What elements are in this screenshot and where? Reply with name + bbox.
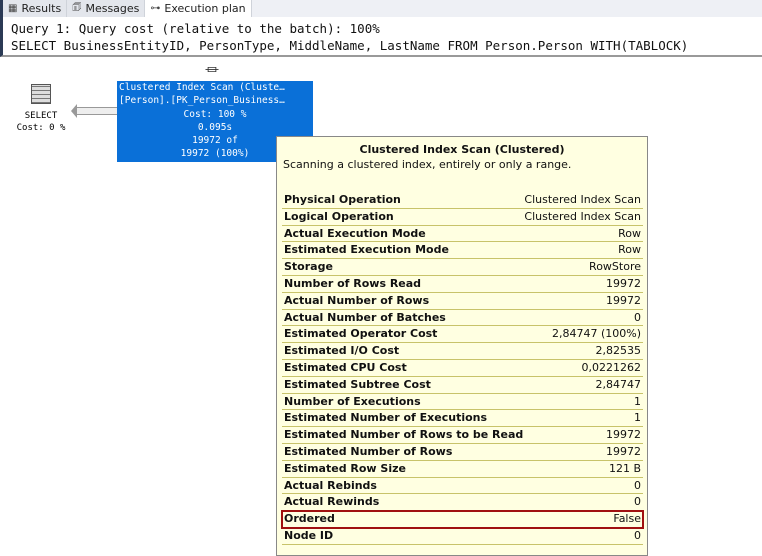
property-name: Logical Operation [284,209,394,223]
property-row: Storage RowStore [282,259,643,276]
property-list: Physical Operation Clustered Index Scan Lo… [281,192,644,545]
property-name: Estimated Execution Mode [284,243,449,257]
property-name: Actual Number of Rows [284,293,430,307]
property-name: Node ID [284,528,334,542]
property-row: Actual Rebinds 0 [282,478,643,495]
property-value: RowStore [589,260,641,274]
property-row: Actual Number of Batches 0 [282,310,643,327]
tab-label: Execution plan [164,2,246,15]
select-node[interactable]: SELECT Cost: 0 % [10,84,72,134]
property-name: Estimated CPU Cost [284,360,407,374]
flow-arrow [71,104,118,118]
node-cost: Cost: 100 % [183,108,247,120]
property-value: 0 [634,495,641,509]
node-object: [Person].[PK_Person_Business… [119,95,285,107]
property-value: False [613,512,641,526]
property-name: Actual Execution Mode [284,226,426,240]
property-name: Number of Executions [284,394,421,408]
tab-results[interactable]: ▦ Results [3,0,68,17]
property-row: Estimated Number of Rows 19972 [282,444,643,461]
property-name: Estimated Operator Cost [284,327,438,341]
property-value: 0,0221262 [581,360,642,374]
property-name: Physical Operation [284,193,401,206]
property-value: Row [618,243,641,257]
property-value: 0 [634,478,641,492]
property-row: Physical Operation Clustered Index Scan [282,192,643,209]
property-value: 19972 [606,428,641,442]
property-value: 1 [634,394,641,408]
property-value: Clustered Index Scan [524,209,641,223]
query-header: Query 1: Query cost (relative to the bat… [0,17,762,57]
plan-icon: ⊶ [150,3,161,14]
property-row: Estimated Execution Mode Row [282,242,643,260]
property-value: 2,84747 [595,377,642,391]
query-text: SELECT BusinessEntityID, PersonType, Mid… [11,38,689,53]
tab-messages[interactable]: 🗊 Messages [67,0,146,17]
property-row: Estimated Operator Cost 2,84747 (100%) [282,326,643,344]
select-cost: Cost: 0 % [16,123,66,133]
tab-execution-plan[interactable]: ⊶ Execution plan [145,0,252,17]
property-name: Estimated Subtree Cost [284,377,431,391]
property-name: Estimated I/O Cost [284,344,400,358]
property-row: Estimated CPU Cost 0,0221262 [282,360,643,377]
clustered-index-scan-icon[interactable]: ⏛ [205,60,219,80]
messages-icon: 🗊 [72,2,82,13]
tab-label: Messages [85,2,140,15]
property-row: Estimated Subtree Cost 2,84747 [282,377,643,394]
tooltip-title: Clustered Index Scan (Clustered) [359,143,565,156]
property-row: Estimated I/O Cost 2,82535 [282,343,643,360]
grid-icon: ▦ [8,3,18,14]
property-row: Node ID 0 [282,528,643,545]
property-row: Number of Rows Read 19972 [282,276,643,293]
select-icon [31,84,51,104]
property-row: Estimated Number of Rows to be Read 19972 [282,427,643,444]
property-value: 19972 [606,276,641,290]
node-title: Clustered Index Scan (Cluste… [119,82,285,93]
property-name: Ordered [284,512,335,526]
property-row: Ordered False [281,510,644,529]
property-value: 0 [634,528,641,542]
property-value: 19972 [606,293,641,307]
tab-label: Results [21,2,62,15]
property-value: 19972 [606,444,641,458]
property-row: Logical Operation Clustered Index Scan [282,209,643,226]
property-value: 0 [634,310,641,324]
property-row: Actual Rewinds 0 [282,494,643,512]
property-name: Number of Rows Read [284,276,422,290]
tooltip-description: Scanning a clustered index, entirely or … [283,158,572,171]
property-row: Number of Executions 1 [282,394,643,411]
property-name: Estimated Row Size [284,461,406,475]
result-tabs: ▦ Results 🗊 Messages ⊶ Execution plan [0,0,762,17]
property-row: Estimated Number of Executions 1 [282,410,643,428]
operator-tooltip: Clustered Index Scan (Clustered) Scannin… [276,136,648,556]
property-name: Actual Number of Batches [284,310,446,324]
query-cost: Query 1: Query cost (relative to the bat… [11,21,380,36]
select-label: SELECT [24,111,58,121]
property-name: Actual Rebinds [284,478,377,492]
property-row: Actual Execution Mode Row [282,226,643,243]
property-value: 2,84747 (100%) [551,327,641,341]
property-value: 2,82535 [595,344,642,358]
node-time: 0.095s [197,121,233,133]
property-name: Estimated Number of Executions [284,411,488,425]
property-row: Actual Number of Rows 19972 [282,293,643,310]
property-name: Actual Rewinds [284,495,380,509]
property-name: Estimated Number of Rows [284,444,453,458]
property-name: Storage [284,260,333,274]
property-value: Row [618,226,641,240]
property-value: Clustered Index Scan [524,193,641,206]
property-value: 1 [634,411,641,425]
property-value: 121 B [608,461,641,475]
property-name: Estimated Number of Rows to be Read [284,428,524,442]
property-row: Estimated Row Size 121 B [282,461,643,478]
